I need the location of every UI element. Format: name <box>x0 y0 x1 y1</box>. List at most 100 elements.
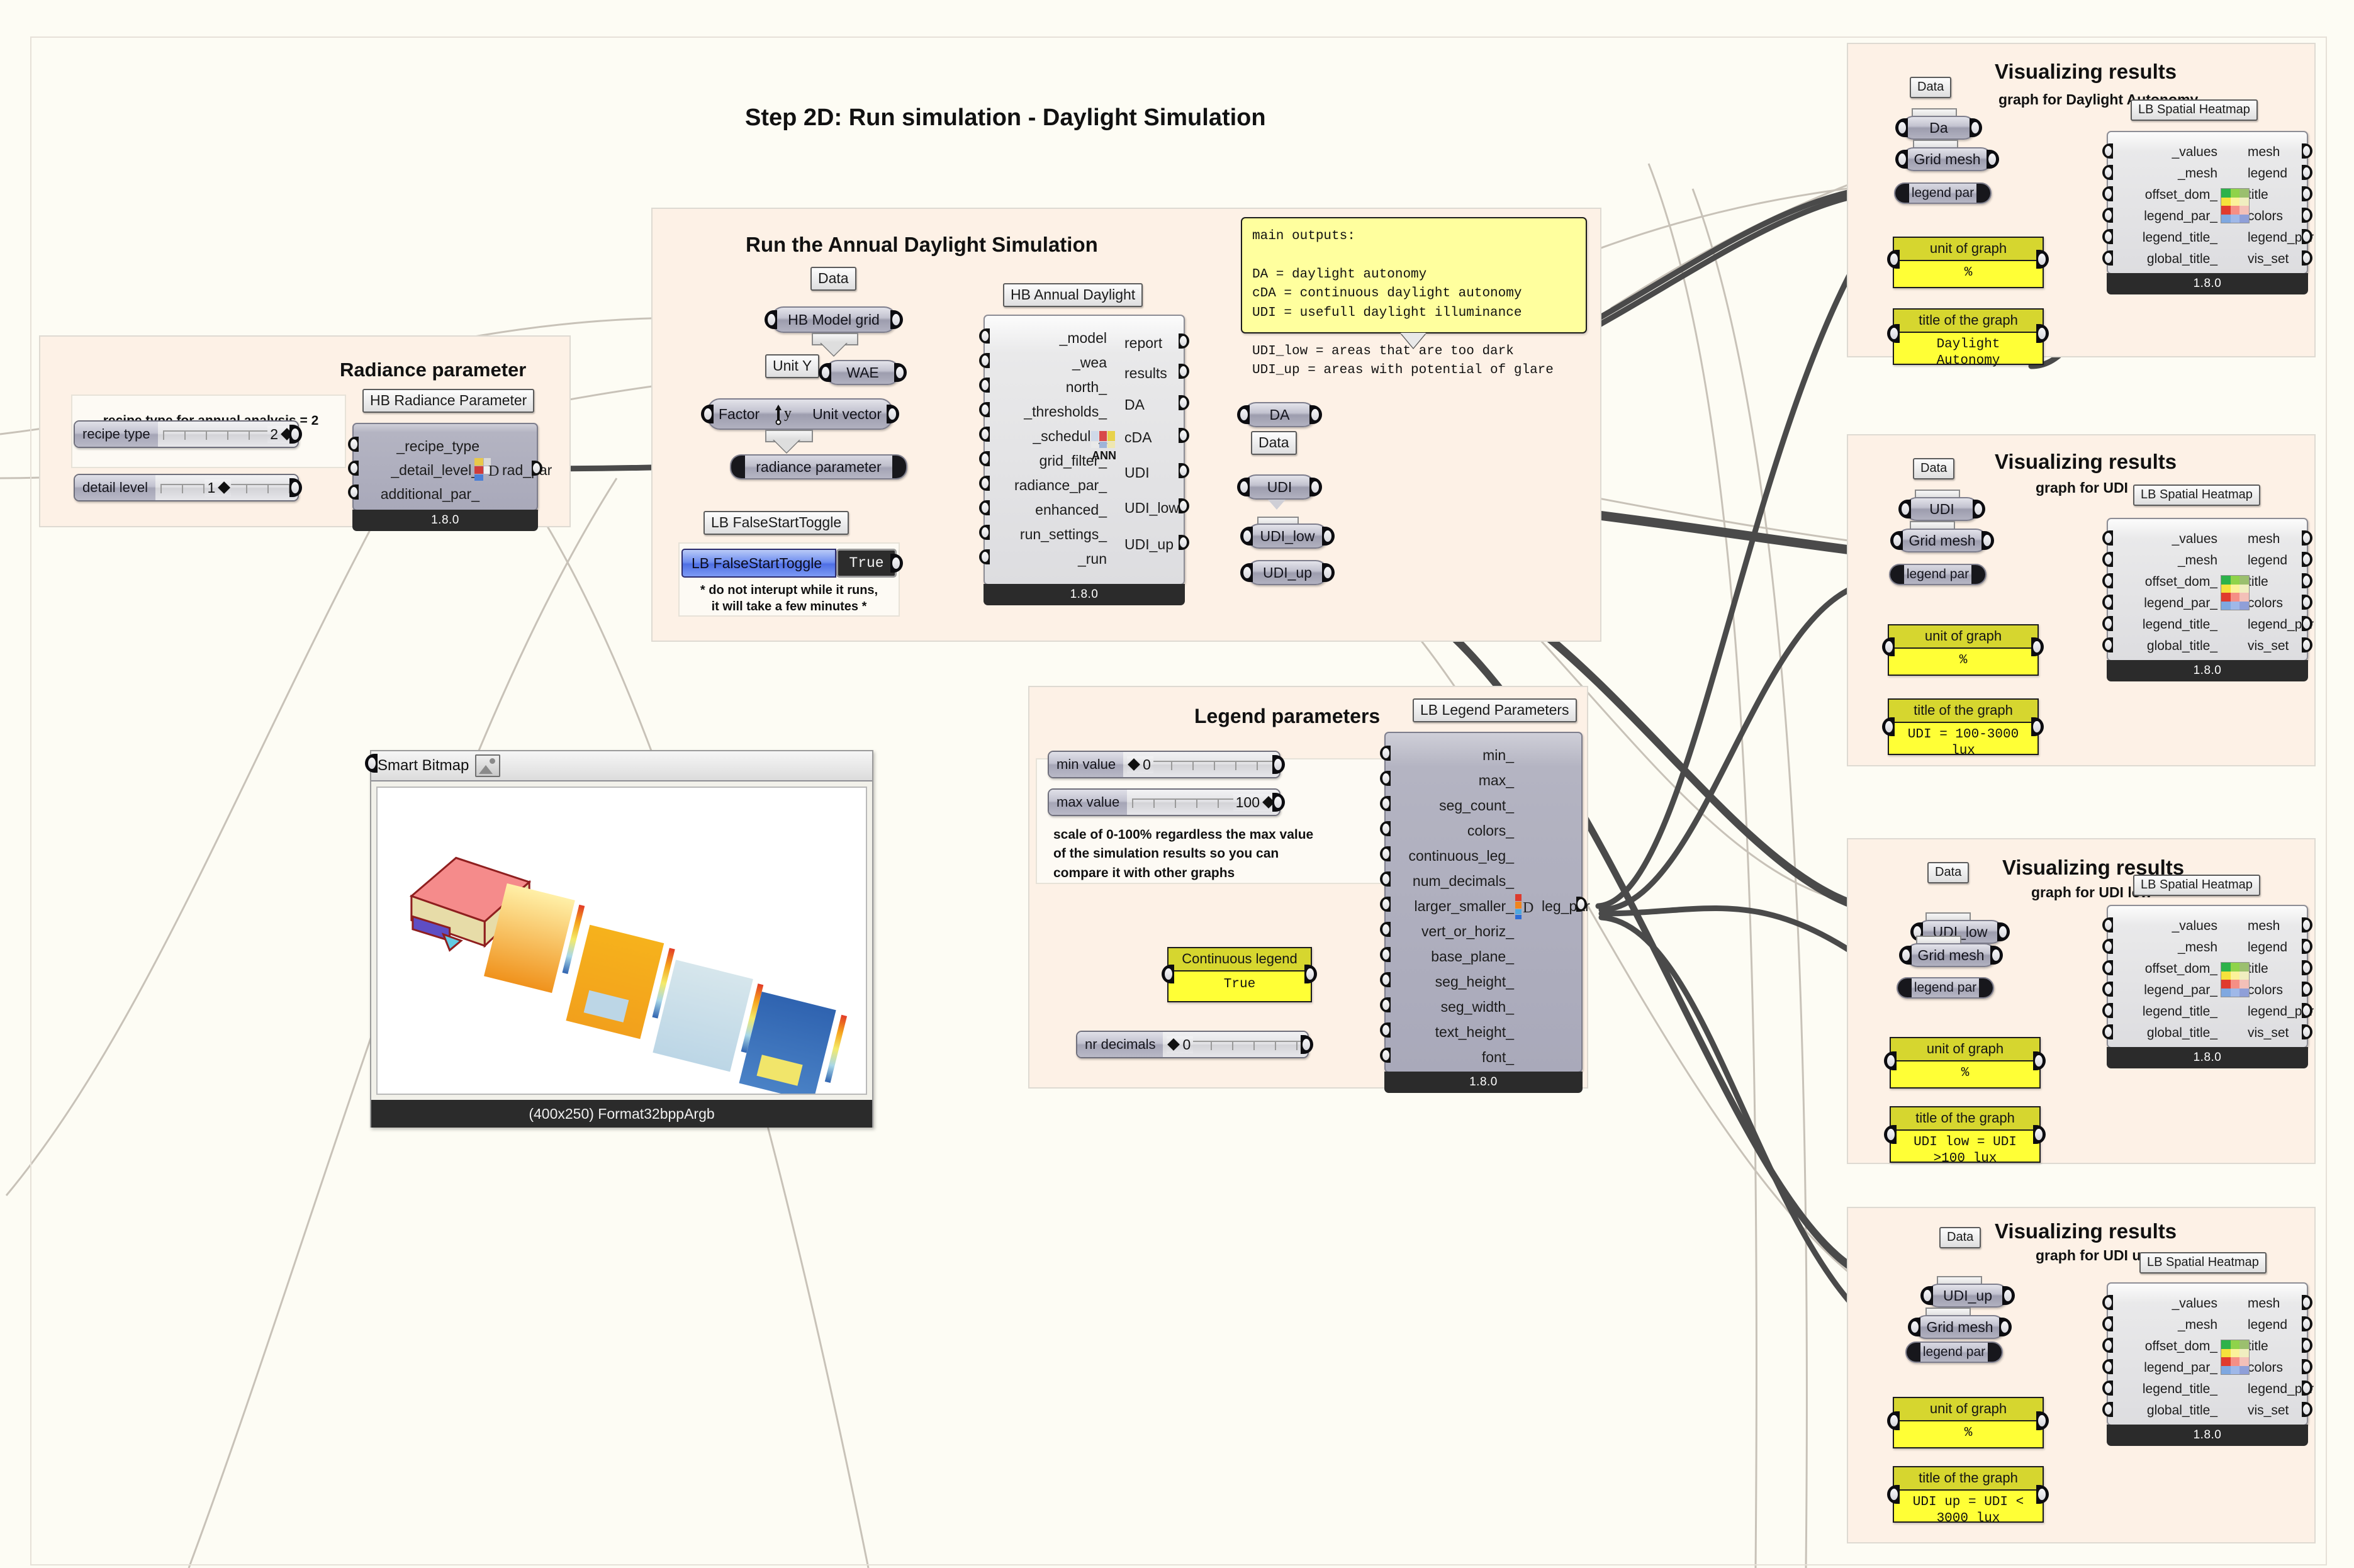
grip-in-4[interactable] <box>1380 846 1391 861</box>
component-heatmap-da[interactable]: _values _mesh offset_dom_ legend_par_ le… <box>2107 131 2308 274</box>
grip-in-1[interactable] <box>2102 165 2113 180</box>
param-in-num-decimals[interactable]: num_decimals_ <box>1388 873 1514 890</box>
grip-in-3[interactable] <box>2102 208 2113 223</box>
param-out-vis-set[interactable]: vis_set <box>2248 252 2289 267</box>
param-in-legend-title[interactable]: legend_title_ <box>2108 617 2217 632</box>
param-in-recipe-type[interactable]: _recipe_type <box>360 438 479 455</box>
param-out-da[interactable]: DA <box>1124 396 1145 413</box>
grip-in-7[interactable] <box>1380 922 1391 937</box>
pill-udi-up[interactable]: UDI_up <box>1247 560 1328 585</box>
param-in-larger-smaller[interactable]: larger_smaller_ <box>1388 898 1514 915</box>
param-in-colors[interactable]: colors_ <box>1388 822 1514 839</box>
param-in-legend-par[interactable]: legend_par_ <box>2108 1360 2217 1375</box>
param-in-grid-filter[interactable]: grid_filter_ <box>989 452 1107 469</box>
pill-grid-mesh-da[interactable]: Grid mesh <box>1902 147 1993 171</box>
grip-in-6[interactable] <box>1380 897 1391 912</box>
param-in-offset-dom[interactable]: offset_dom_ <box>2108 188 2217 203</box>
grip-in-1[interactable] <box>2102 939 2113 954</box>
pill-legend-par-udilow[interactable]: legend par <box>1897 977 1994 999</box>
param-in-mesh[interactable]: _mesh <box>2110 553 2217 568</box>
param-out-colors[interactable]: colors <box>2248 209 2283 224</box>
grip-in-5[interactable] <box>1380 871 1391 887</box>
grip-in-5[interactable] <box>2102 1402 2113 1417</box>
param-out-colors[interactable]: colors <box>2248 1360 2283 1375</box>
param-in-offset-dom[interactable]: offset_dom_ <box>2108 574 2217 590</box>
grip-in-0[interactable] <box>2102 530 2113 546</box>
pill-da[interactable]: DA <box>1243 402 1316 427</box>
param-in-radiance-par[interactable]: radiance_par_ <box>986 477 1107 494</box>
param-in-mesh[interactable]: _mesh <box>2110 1318 2217 1333</box>
pill-radiance-parameter[interactable]: radiance parameter <box>730 454 907 479</box>
param-in-base-plane[interactable]: base_plane_ <box>1388 948 1514 965</box>
grip-in-1[interactable] <box>2102 552 2113 567</box>
param-in-min[interactable]: min_ <box>1388 747 1514 764</box>
grip-in-2[interactable] <box>1380 796 1391 811</box>
toggle-false-start[interactable]: LB FalseStartToggle True <box>681 549 897 578</box>
param-out-mesh[interactable]: mesh <box>2248 1296 2280 1311</box>
param-in-legend-title[interactable]: legend_title_ <box>2108 1382 2217 1397</box>
component-heatmap-udi-up[interactable]: _values _mesh offset_dom_ legend_par_ le… <box>2107 1282 2308 1426</box>
panel-value[interactable]: UDI = 100-3000 lux <box>1889 723 2037 764</box>
grip-in-3[interactable] <box>979 402 990 417</box>
param-out-legend[interactable]: legend <box>2248 553 2287 568</box>
grip-in-3[interactable] <box>2102 1359 2113 1374</box>
pill-grid-mesh-udilow[interactable]: Grid mesh <box>1905 943 1997 967</box>
slider-min-value[interactable]: min value 0 <box>1048 751 1281 778</box>
param-in-mesh[interactable]: _mesh <box>2110 166 2217 181</box>
slider-handle-icon[interactable] <box>1168 1038 1180 1051</box>
param-in-mesh[interactable]: _mesh <box>2110 940 2217 955</box>
component-hb-radiance-parameter[interactable]: _recipe_type _detail_level_ additional_p… <box>352 423 538 511</box>
slider-max-value[interactable]: max value 100 <box>1048 788 1281 816</box>
pill-grid-mesh-udi[interactable]: Grid mesh <box>1897 529 1988 552</box>
slider-max-value-track[interactable]: 100 <box>1127 790 1279 815</box>
panel-unit-udi[interactable]: unit of graph % <box>1888 624 2039 676</box>
param-out-mesh[interactable]: mesh <box>2248 145 2280 160</box>
slider-nr-decimals[interactable]: nr decimals 0 <box>1076 1031 1309 1058</box>
param-in-values[interactable]: _values <box>2110 919 2217 934</box>
param-in-schedule[interactable]: _schedule_ <box>989 428 1107 445</box>
panel-value[interactable]: Daylight Autonomy <box>1894 333 2043 374</box>
param-in-legend-title[interactable]: legend_title_ <box>2108 1004 2217 1019</box>
grip-in-5[interactable] <box>2102 1024 2113 1039</box>
param-in-text-height[interactable]: text_height_ <box>1388 1024 1514 1041</box>
panel-title-udiup[interactable]: title of the graph UDI up = UDI < 3000 l… <box>1893 1466 2044 1523</box>
param-in-legend-par[interactable]: legend_par_ <box>2108 983 2217 998</box>
slider-recipe-type-track[interactable]: 2 <box>158 422 298 447</box>
grip-in-0[interactable] <box>1380 746 1391 761</box>
grip-in-4[interactable] <box>2102 616 2113 631</box>
param-in-additional-par[interactable]: additional_par_ <box>360 486 479 503</box>
slider-detail-level-track[interactable]: 1 <box>155 475 298 500</box>
pill-udi-source[interactable]: UDI <box>1905 497 1979 521</box>
slider-min-value-track[interactable]: 0 <box>1123 752 1279 777</box>
panel-unit-udilow[interactable]: unit of graph % <box>1890 1037 2041 1089</box>
grip-in-0[interactable] <box>2102 1295 2113 1310</box>
param-in-continuous-leg[interactable]: continuous_leg_ <box>1388 848 1514 865</box>
pill-legend-par-udiup[interactable]: legend par <box>1905 1341 2003 1363</box>
grip-in-1[interactable] <box>1380 771 1391 786</box>
param-in-seg-count[interactable]: seg_count_ <box>1388 797 1514 814</box>
param-in-run-settings[interactable]: run_settings_ <box>986 526 1107 543</box>
grip-in-9[interactable] <box>1380 972 1391 987</box>
param-in-vert-or-horiz[interactable]: vert_or_horiz_ <box>1388 923 1514 940</box>
component-hb-annual-daylight[interactable]: _model _wea north_ _thresholds_ _schedul… <box>984 315 1185 585</box>
param-in-global-title[interactable]: global_title_ <box>2108 1403 2217 1418</box>
panel-title-udilow[interactable]: title of the graph UDI low = UDI >100 lu… <box>1890 1106 2041 1163</box>
param-out-title[interactable]: title <box>2248 188 2268 203</box>
param-out-title[interactable]: title <box>2248 574 2268 590</box>
param-in-values[interactable]: _values <box>2110 1296 2217 1311</box>
param-in-legend-title[interactable]: legend_title_ <box>2108 230 2217 245</box>
grasshopper-canvas[interactable]: Step 2D: Run simulation - Daylight Simul… <box>0 0 2354 1568</box>
grip-in-1[interactable] <box>2102 1316 2113 1331</box>
bitmap-header[interactable]: Smart Bitmap <box>371 751 872 781</box>
param-in-offset-dom[interactable]: offset_dom_ <box>2108 961 2217 977</box>
param-out-legend[interactable]: legend <box>2248 166 2287 181</box>
param-in-run[interactable]: _run <box>989 551 1107 568</box>
grip-in-5[interactable] <box>979 451 990 466</box>
param-out-udi-up[interactable]: UDI_up <box>1124 536 1174 553</box>
grip-in-5[interactable] <box>2102 250 2113 266</box>
slider-handle-icon[interactable] <box>1128 758 1140 771</box>
panel-value[interactable]: UDI low = UDI >100 lux <box>1891 1131 2039 1172</box>
pill-udi-low[interactable]: UDI_low <box>1247 524 1328 549</box>
param-in-values[interactable]: _values <box>2110 532 2217 547</box>
grip-in-0[interactable] <box>348 437 359 452</box>
